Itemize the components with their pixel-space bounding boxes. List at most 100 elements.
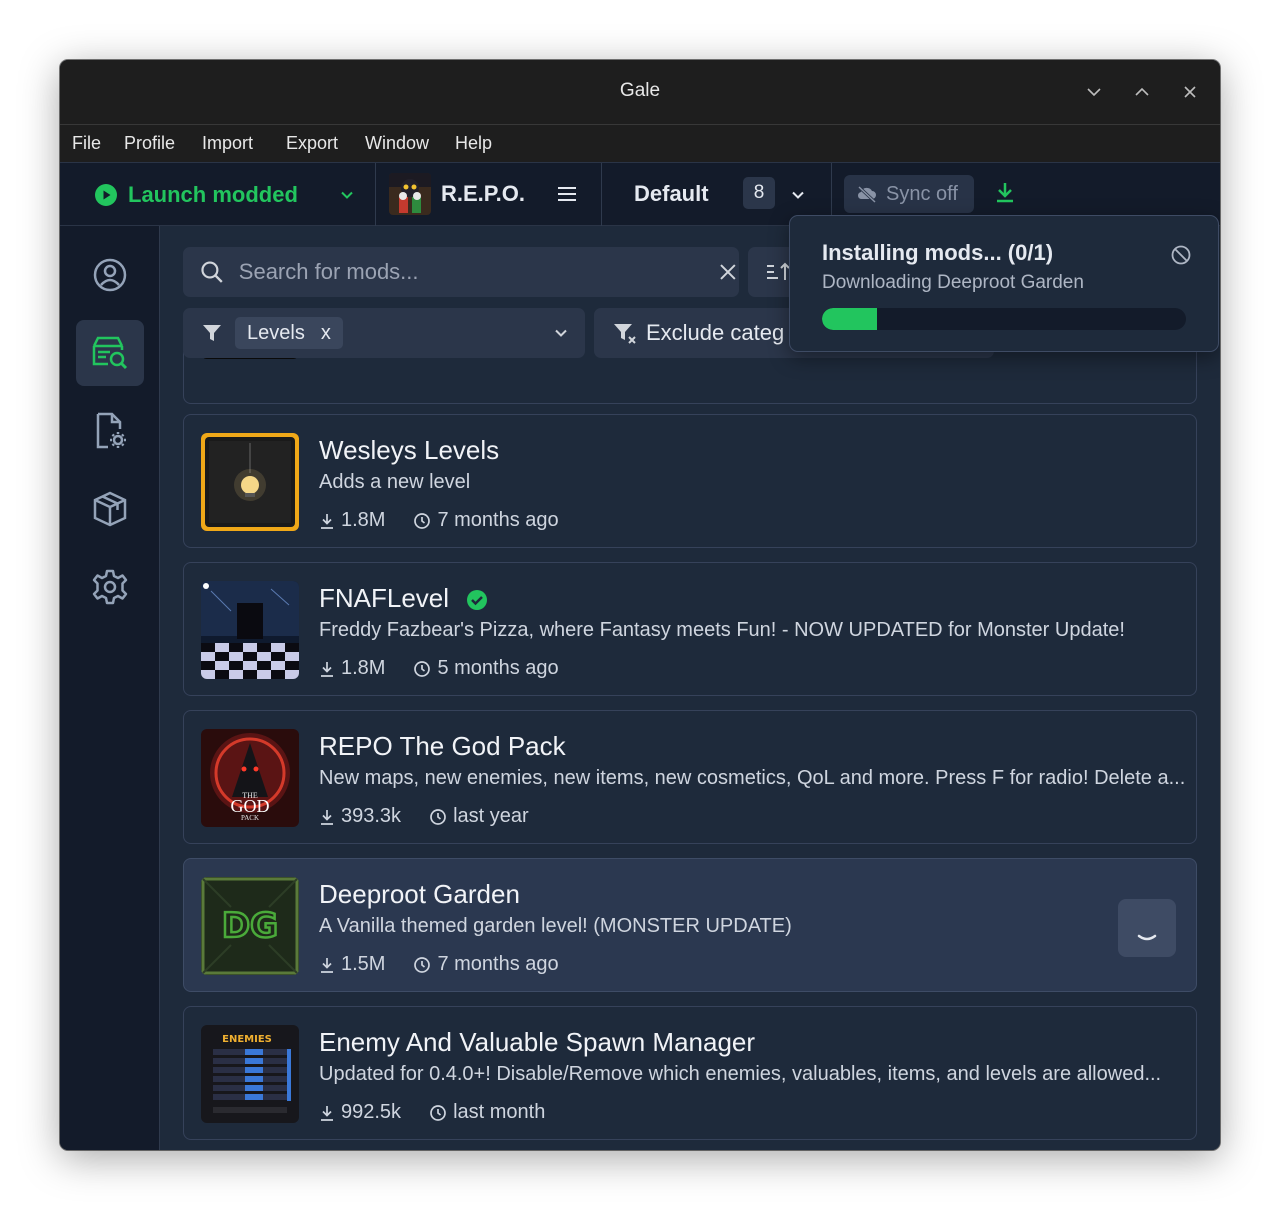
mod-updated: 7 months ago (437, 953, 559, 975)
menu-window[interactable]: Window (365, 133, 429, 154)
install-progress-popup: Installing mods... (0/1) Downloading Dee… (789, 215, 1219, 352)
mod-card[interactable]: 4.4M last month (183, 352, 1197, 404)
maximize-icon[interactable] (1130, 80, 1154, 104)
mod-description: Updated for 0.4.0+! Disable/Remove which… (319, 1063, 1162, 1085)
filter-icon (203, 325, 221, 341)
mod-thumbnail: THE GOD PACK (201, 729, 299, 827)
browse-mods-icon (92, 336, 128, 370)
menu-icon[interactable] (556, 184, 578, 204)
sync-button[interactable]: Sync off (844, 175, 974, 213)
mod-list: 4.4M last month (183, 352, 1199, 1150)
mod-downloads: 393.3k (341, 805, 402, 827)
mod-meta: 992.5k last month (319, 1101, 545, 1124)
clock-icon (414, 660, 431, 677)
mod-downloads: 1.8M (341, 509, 386, 531)
install-progress-fill (822, 308, 877, 330)
mod-description: Adds a new level (319, 471, 471, 493)
menu-file[interactable]: File (72, 133, 101, 154)
launch-chevron-down-icon[interactable] (337, 185, 357, 205)
mod-downloads: 992.5k (341, 1101, 402, 1123)
clock-icon (414, 512, 431, 529)
sidebar-item-settings[interactable] (76, 554, 144, 620)
god-pack-text: GOD (231, 796, 270, 816)
installing-spinner-button[interactable] (1118, 899, 1176, 957)
sidebar-item-browse-mods[interactable] (76, 320, 144, 386)
mod-downloads: 1.5M (341, 953, 386, 975)
mod-meta: 393.3k last year (319, 805, 529, 828)
loading-spinner-icon (1137, 934, 1157, 941)
menu-help[interactable]: Help (455, 133, 492, 154)
mod-name: Enemy And Valuable Spawn Manager (319, 1027, 756, 1057)
minimize-icon[interactable] (1082, 80, 1106, 104)
divider (601, 163, 602, 227)
launch-button[interactable]: Launch modded (94, 181, 298, 209)
sidebar-item-profile[interactable] (76, 242, 144, 308)
clock-icon (414, 956, 431, 973)
window-title: Gale (619, 80, 661, 101)
include-category-filter[interactable]: Levels x (183, 308, 585, 358)
verified-check-icon (467, 590, 488, 611)
god-pack-bottom-text: PACK (241, 814, 259, 822)
mod-card[interactable]: FNAFLevel Freddy Fazbear's Pizza, where … (183, 562, 1197, 696)
download-updates-icon[interactable] (994, 181, 1016, 205)
config-file-icon (96, 412, 126, 449)
app-window: Gale File Profile Import Export Window H… (60, 60, 1220, 1150)
close-icon[interactable] (1178, 80, 1202, 104)
launch-label: Launch modded (128, 182, 298, 207)
sidebar-item-config[interactable] (76, 398, 144, 464)
mod-card[interactable]: Wesleys Levels Adds a new level 1.8M 7 m… (183, 414, 1197, 548)
search-input[interactable] (236, 258, 678, 286)
cancel-install-icon[interactable] (1170, 244, 1192, 266)
mod-meta: 1.5M 7 months ago (319, 953, 559, 976)
cloud-off-icon (857, 185, 877, 204)
sidebar-item-modpack[interactable] (76, 476, 144, 542)
enemies-title-text: ENEMIES (222, 1034, 272, 1045)
play-icon (95, 184, 117, 206)
clear-search-icon[interactable] (717, 261, 739, 283)
mod-card[interactable]: ENEMIES Enemy And Valuable Spawn Manager… (183, 1006, 1197, 1140)
search-icon (201, 261, 223, 283)
mod-name: Deeproot Garden (319, 879, 520, 909)
game-icon[interactable] (389, 173, 431, 215)
sort-icon (767, 262, 790, 280)
mod-thumbnail (201, 433, 299, 531)
clock-icon (430, 808, 446, 825)
download-count-icon (321, 809, 333, 825)
mod-card[interactable]: DG Deeproot Garden A Vanilla themed gard… (183, 858, 1197, 992)
mod-meta: 1.8M 7 months ago (319, 509, 559, 532)
mod-browser: 4.4M last month (161, 226, 1220, 1150)
mod-name: FNAFLevel (319, 583, 488, 614)
mod-name-text: FNAFLevel (319, 583, 450, 613)
mod-name: Wesleys Levels (319, 435, 500, 465)
chip-label: Levels (247, 322, 305, 344)
title-bar: Gale (60, 60, 1220, 124)
mod-updated: last month (453, 1101, 546, 1123)
profile-name[interactable]: Default (634, 181, 709, 207)
install-title: Installing mods... (0/1) (822, 240, 1054, 265)
download-count-icon (321, 661, 333, 677)
profile-icon (93, 258, 127, 292)
sync-label: Sync off (886, 182, 958, 205)
profile-chevron-down-icon[interactable] (788, 185, 808, 205)
game-name[interactable]: R.E.P.O. (441, 181, 525, 207)
menu-export[interactable]: Export (286, 133, 338, 154)
search-bar (183, 247, 739, 297)
chip-remove-button[interactable]: x (321, 322, 331, 344)
mod-downloads: 1.8M (341, 657, 386, 679)
download-count-icon (321, 957, 333, 973)
clock-icon (430, 1104, 446, 1121)
install-progress-bar (822, 308, 1186, 330)
mod-card[interactable]: THE GOD PACK REPO The God Pack New maps,… (183, 710, 1197, 844)
category-chip-levels[interactable]: Levels x (235, 317, 343, 349)
download-count-icon (321, 1105, 333, 1121)
mod-thumbnail (201, 581, 299, 679)
mod-thumbnail: ENEMIES (201, 1025, 299, 1123)
filter-chevron-down-icon[interactable] (551, 323, 571, 343)
menu-profile[interactable]: Profile (124, 133, 175, 154)
mod-updated: last year (453, 805, 529, 827)
modpack-icon (93, 491, 127, 527)
mod-description: New maps, new enemies, new items, new co… (319, 767, 1185, 789)
settings-icon (92, 569, 128, 605)
menu-import[interactable]: Import (202, 133, 253, 154)
deeproot-logo-text: DG (222, 906, 278, 946)
